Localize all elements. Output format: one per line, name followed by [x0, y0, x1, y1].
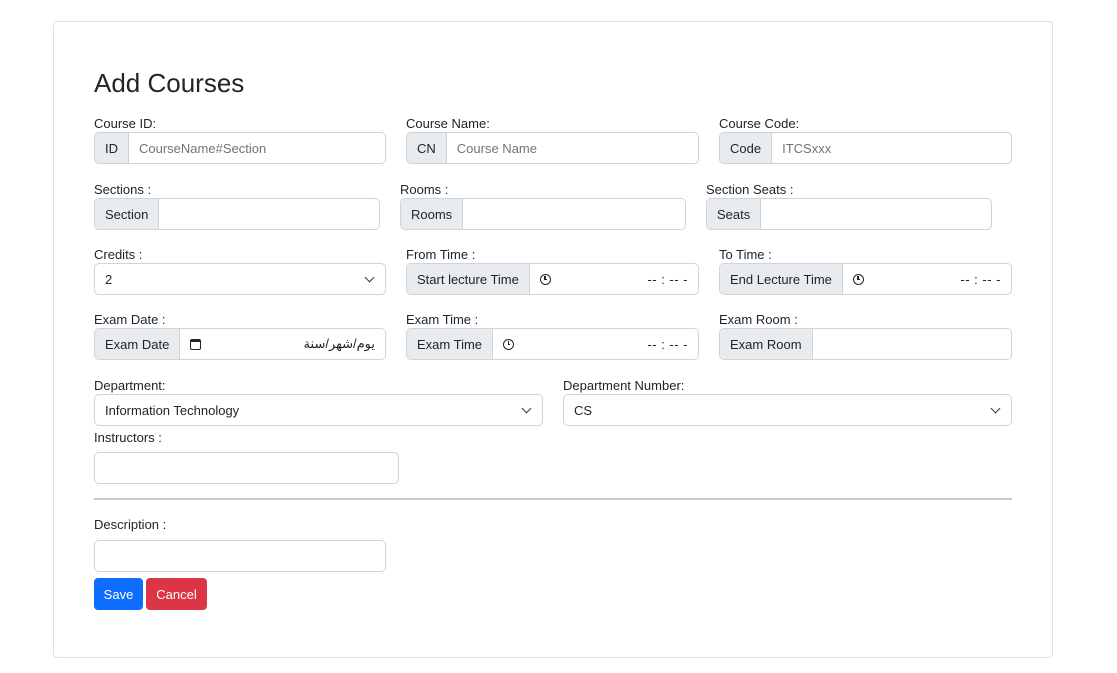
to-time-group: End Lecture Time -- : -- -: [719, 263, 1012, 295]
description-input[interactable]: [94, 540, 386, 572]
credits-label: Credits :: [94, 247, 143, 262]
exam-time-label: Exam Time :: [406, 312, 479, 327]
calendar-icon[interactable]: [190, 338, 202, 350]
credits-value: 2: [105, 271, 113, 287]
exam-time-addon: Exam Time: [407, 329, 494, 359]
course-name-input[interactable]: Course Name: [447, 133, 698, 163]
rooms-addon: Rooms: [401, 199, 464, 229]
department-select[interactable]: Information Technology: [94, 394, 543, 426]
section-seats-addon: Seats: [707, 199, 762, 229]
course-code-input[interactable]: ITCSxxx: [772, 133, 1011, 163]
department-number-value: CS: [574, 402, 593, 418]
from-time-input[interactable]: -- : -- -: [530, 264, 698, 294]
course-name-group: CN Course Name: [406, 132, 699, 164]
course-id-label: Course ID:: [94, 116, 157, 131]
course-id-input[interactable]: CourseName#Section: [129, 133, 385, 163]
description-label: Description :: [94, 517, 167, 532]
course-id-group: ID CourseName#Section: [94, 132, 386, 164]
instructors-label: Instructors :: [94, 430, 162, 445]
rooms-label: Rooms :: [400, 182, 449, 197]
exam-room-input[interactable]: [813, 329, 1011, 359]
rooms-group: Rooms: [400, 198, 686, 230]
clock-icon[interactable]: [539, 273, 551, 285]
to-time-addon: End Lecture Time: [720, 264, 843, 294]
to-time-input[interactable]: -- : -- -: [843, 264, 1011, 294]
sections-addon: Section: [95, 199, 160, 229]
course-id-addon: ID: [95, 133, 129, 163]
section-seats-group: Seats: [706, 198, 992, 230]
course-name-label: Course Name:: [406, 116, 490, 131]
exam-date-group: Exam Date يوم/شهر/سنة: [94, 328, 386, 360]
sections-group: Section: [94, 198, 380, 230]
clock-icon[interactable]: [852, 273, 864, 285]
exam-room-label: Exam Room :: [719, 312, 798, 327]
credits-select[interactable]: 2: [94, 263, 386, 295]
page-title: Add Courses: [94, 68, 245, 98]
course-code-label: Course Code:: [719, 116, 800, 131]
sections-label: Sections :: [94, 182, 152, 197]
department-number-label: Department Number:: [563, 378, 685, 393]
exam-date-label: Exam Date :: [94, 312, 166, 327]
exam-time-input[interactable]: -- : -- -: [493, 329, 698, 359]
exam-time-value: -- : -- -: [647, 336, 688, 352]
section-seats-input[interactable]: [761, 199, 991, 229]
save-button[interactable]: Save: [94, 578, 143, 610]
course-name-addon: CN: [407, 133, 447, 163]
add-course-card: Add Courses Course ID: ID CourseName#Sec…: [53, 21, 1053, 658]
chevron-down-icon: [990, 403, 1001, 413]
instructors-input[interactable]: [94, 452, 399, 484]
from-time-value: -- : -- -: [647, 271, 688, 287]
rooms-input[interactable]: [463, 199, 685, 229]
to-time-value: -- : -- -: [960, 271, 1001, 287]
department-label: Department:: [94, 378, 166, 393]
to-time-label: To Time :: [719, 247, 772, 262]
from-time-label: From Time :: [406, 247, 476, 262]
chevron-down-icon: [364, 272, 375, 282]
department-value: Information Technology: [105, 402, 240, 418]
exam-room-addon: Exam Room: [720, 329, 813, 359]
clock-icon[interactable]: [503, 338, 515, 350]
department-number-select[interactable]: CS: [563, 394, 1012, 426]
cancel-button[interactable]: Cancel: [146, 578, 207, 610]
course-code-group: Code ITCSxxx: [719, 132, 1012, 164]
sections-input[interactable]: [159, 199, 379, 229]
exam-time-group: Exam Time -- : -- -: [406, 328, 699, 360]
course-code-addon: Code: [720, 133, 773, 163]
exam-date-addon: Exam Date: [95, 329, 181, 359]
chevron-down-icon: [521, 403, 532, 413]
divider: [94, 498, 1012, 500]
exam-date-value: يوم/شهر/سنة: [303, 336, 375, 351]
section-seats-label: Section Seats :: [706, 182, 794, 197]
exam-date-input[interactable]: يوم/شهر/سنة: [180, 329, 385, 359]
from-time-addon: Start lecture Time: [407, 264, 530, 294]
exam-room-group: Exam Room: [719, 328, 1012, 360]
from-time-group: Start lecture Time -- : -- -: [406, 263, 699, 295]
